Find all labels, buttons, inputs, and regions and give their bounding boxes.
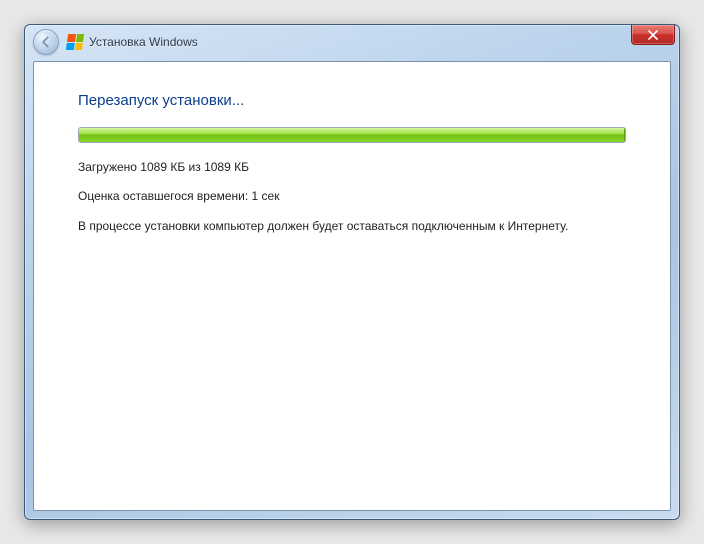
downloaded-label: Загружено 1089 КБ из 1089 КБ <box>78 159 626 176</box>
close-icon <box>648 30 658 40</box>
back-button[interactable] <box>33 29 59 55</box>
progress-bar <box>78 127 626 143</box>
client-area: Перезапуск установки... Загружено 1089 К… <box>33 61 671 511</box>
arrow-left-icon <box>39 35 53 49</box>
close-button[interactable] <box>631 25 675 45</box>
window-title: Установка Windows <box>89 35 198 49</box>
titlebar: Установка Windows <box>25 25 679 59</box>
connection-note: В процессе установки компьютер должен бу… <box>78 218 626 235</box>
progress-fill <box>79 128 625 142</box>
page-heading: Перезапуск установки... <box>78 92 626 109</box>
time-estimate-label: Оценка оставшегося времени: 1 сек <box>78 188 626 205</box>
windows-logo-icon <box>66 34 84 50</box>
installer-window: Установка Windows Перезапуск установки..… <box>24 24 680 520</box>
